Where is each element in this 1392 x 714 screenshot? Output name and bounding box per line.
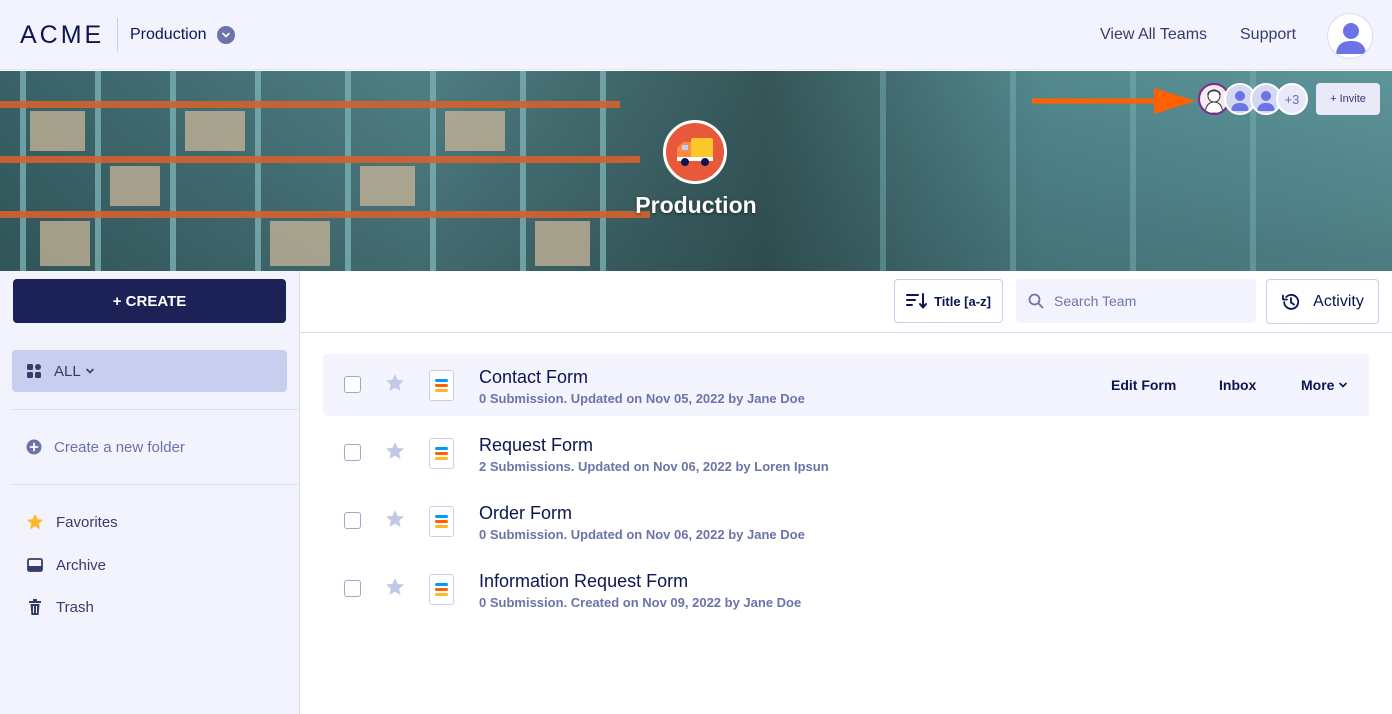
grid-icon (27, 364, 41, 378)
form-title[interactable]: Information Request Form (479, 571, 688, 592)
form-title[interactable]: Request Form (479, 435, 593, 456)
user-avatar[interactable] (1327, 13, 1373, 59)
more-members-count[interactable]: +3 (1276, 83, 1308, 115)
form-meta: 2 Submissions. Updated on Nov 06, 2022 b… (479, 459, 829, 474)
create-folder-button[interactable]: Create a new folder (26, 437, 185, 457)
form-row[interactable]: Order Form 0 Submission. Updated on Nov … (323, 490, 1369, 552)
search-box[interactable] (1016, 279, 1256, 323)
team-title: Production (635, 192, 757, 218)
arrow-right-icon (1032, 88, 1196, 114)
star-icon[interactable] (385, 373, 405, 393)
shelf-beam (0, 156, 640, 163)
logo-divider (117, 18, 118, 52)
sidebar: + CREATE ALL Create a new folder Favorit… (0, 271, 300, 714)
star-icon[interactable] (385, 577, 405, 597)
sidebar-item-label: Archive (56, 556, 107, 574)
sidebar-item-trash[interactable]: Trash (26, 597, 94, 617)
shelf-beam (0, 101, 620, 108)
shelf-box (30, 111, 85, 151)
trash-icon (29, 599, 41, 615)
filter-all-label: ALL (54, 362, 81, 380)
form-row[interactable]: Request Form 2 Submissions. Updated on N… (323, 422, 1369, 484)
divider (12, 484, 299, 485)
star-icon[interactable] (385, 441, 405, 461)
search-icon (1028, 293, 1044, 309)
select-checkbox[interactable] (344, 444, 361, 461)
team-switcher-label: Production (130, 26, 207, 43)
shelf-box (185, 111, 245, 151)
form-row[interactable]: Information Request Form 0 Submission. C… (323, 558, 1369, 620)
form-icon (429, 574, 454, 605)
archive-icon (27, 558, 43, 572)
activity-button[interactable]: Activity (1266, 279, 1379, 324)
truck-icon (677, 138, 713, 166)
shelf-post (1010, 71, 1016, 271)
shelf-box (535, 221, 590, 266)
view-all-teams-link[interactable]: View All Teams (1100, 25, 1207, 45)
sort-icon (906, 293, 928, 309)
acme-logo[interactable]: ACME (20, 20, 104, 50)
support-link[interactable]: Support (1240, 25, 1296, 45)
chevron-down-icon (85, 368, 94, 374)
form-icon (429, 438, 454, 469)
create-button[interactable]: + CREATE (13, 279, 286, 323)
shelf-post (880, 71, 886, 271)
shelf-box (360, 166, 415, 206)
history-icon (1282, 293, 1300, 310)
chevron-down-icon (1339, 382, 1348, 388)
select-checkbox[interactable] (344, 580, 361, 597)
team-switcher[interactable]: Production (130, 23, 235, 47)
shelf-box (270, 221, 330, 266)
more-label: More (1301, 377, 1335, 393)
sort-button[interactable]: Title [a-z] (894, 279, 1003, 323)
shelf-beam (0, 211, 650, 218)
sidebar-item-label: Favorites (56, 513, 118, 531)
form-meta: 0 Submission. Updated on Nov 06, 2022 by… (479, 527, 805, 542)
form-title[interactable]: Contact Form (479, 367, 588, 388)
more-button[interactable]: More (1301, 377, 1348, 393)
shelf-box (445, 111, 505, 151)
star-icon[interactable] (385, 509, 405, 529)
team-avatar[interactable] (663, 120, 727, 184)
star-icon (27, 514, 43, 530)
sidebar-item-favorites[interactable]: Favorites (26, 512, 118, 532)
filter-all-dropdown[interactable]: ALL (12, 350, 287, 392)
edit-form-button[interactable]: Edit Form (1111, 377, 1176, 393)
sidebar-item-archive[interactable]: Archive (26, 555, 106, 575)
top-bar: ACME Production View All Teams Support (0, 0, 1392, 70)
list-toolbar: Title [a-z] Activity (300, 271, 1392, 333)
sidebar-item-label: Trash (56, 598, 94, 616)
create-folder-label: Create a new folder (54, 438, 185, 456)
form-title[interactable]: Order Form (479, 503, 572, 524)
plus-circle-icon (26, 439, 42, 455)
form-meta: 0 Submission. Updated on Nov 05, 2022 by… (479, 391, 805, 406)
form-icon (429, 370, 454, 401)
search-input[interactable] (1054, 293, 1244, 309)
select-checkbox[interactable] (344, 512, 361, 529)
team-cover-banner: Production +3 + Invite (0, 71, 1392, 271)
select-checkbox[interactable] (344, 376, 361, 393)
inbox-button[interactable]: Inbox (1219, 377, 1256, 393)
shelf-box (40, 221, 90, 266)
form-icon (429, 506, 454, 537)
form-meta: 0 Submission. Created on Nov 09, 2022 by… (479, 595, 802, 610)
sort-label: Title [a-z] (934, 293, 991, 309)
chevron-down-icon (216, 26, 235, 44)
form-row[interactable]: Contact Form 0 Submission. Updated on No… (323, 354, 1369, 416)
invite-button[interactable]: + Invite (1316, 83, 1380, 115)
activity-label: Activity (1313, 292, 1364, 310)
divider (12, 409, 299, 410)
shelf-box (110, 166, 160, 206)
user-icon (1336, 23, 1366, 54)
